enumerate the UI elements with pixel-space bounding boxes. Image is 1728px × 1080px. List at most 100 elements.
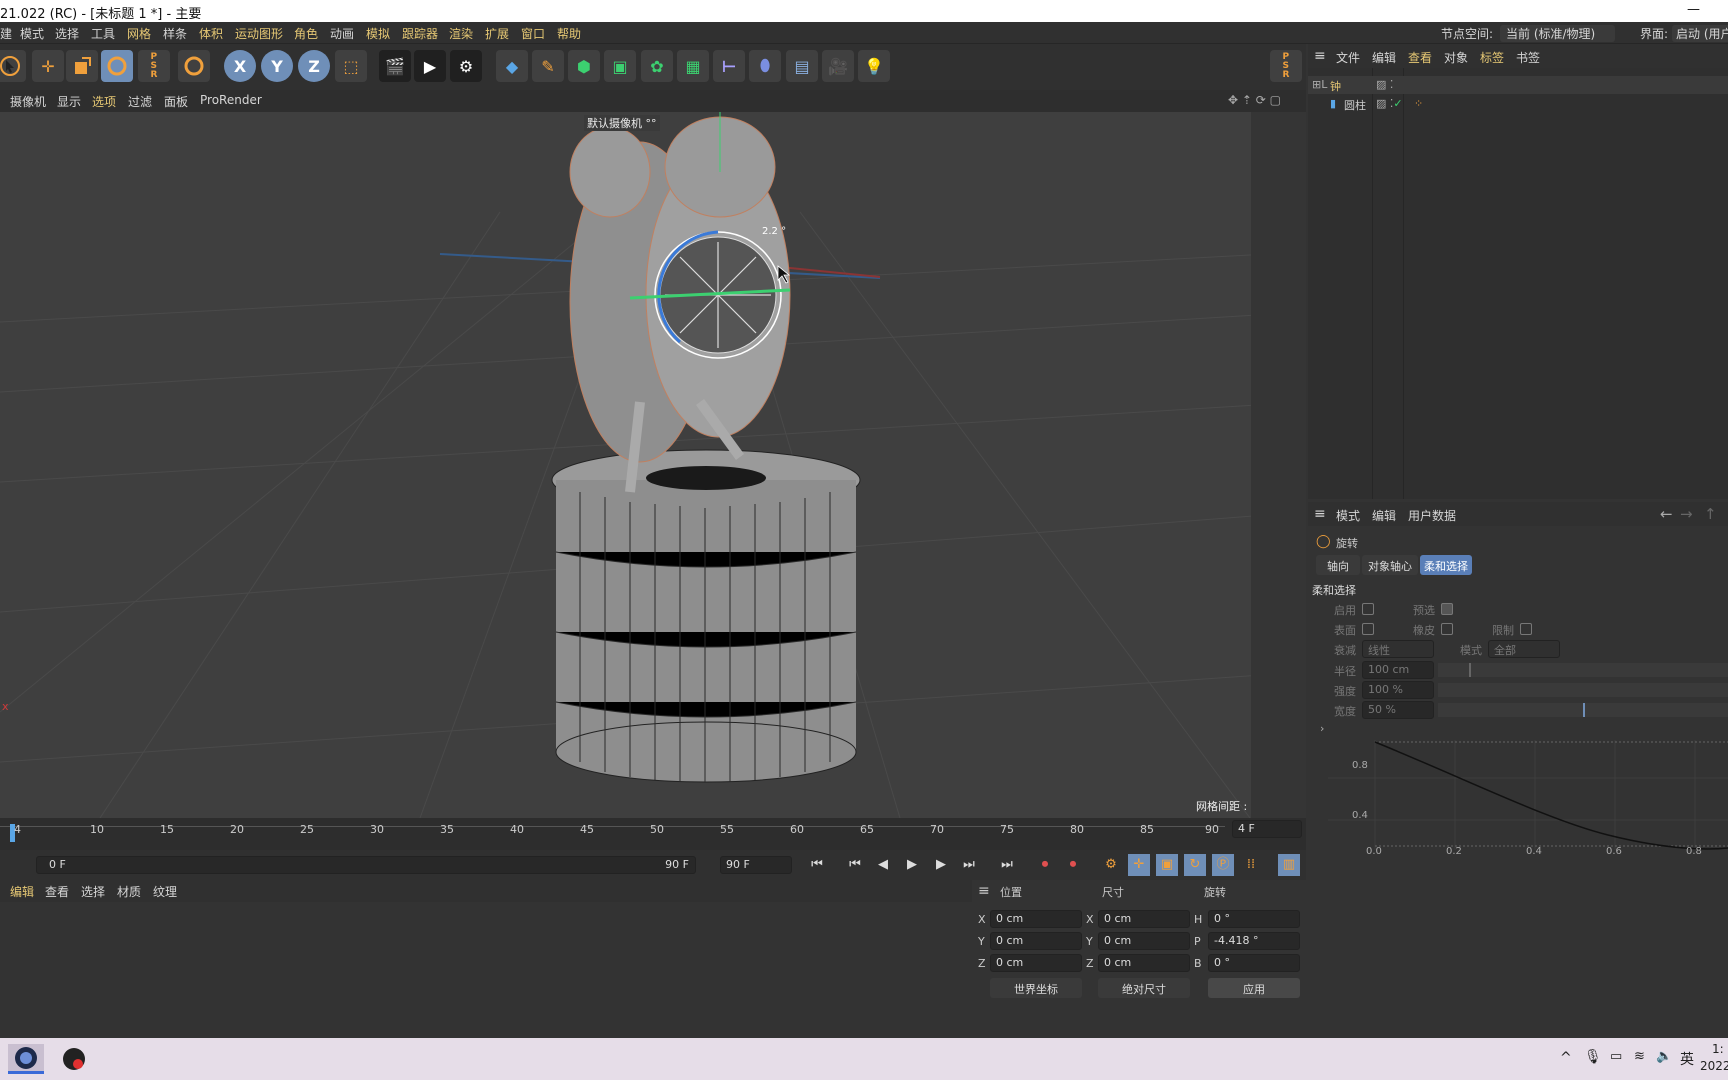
menu-item[interactable]: 样条 — [163, 25, 187, 42]
key-param-icon[interactable]: Ⓟ — [1212, 854, 1234, 876]
menu-item[interactable]: 网格 — [127, 25, 151, 42]
node-space-select[interactable]: 当前 (标准/物理) — [1500, 25, 1615, 42]
width-field[interactable]: 50 % — [1362, 701, 1434, 719]
mode-select[interactable]: 全部 — [1488, 640, 1560, 658]
microphone-icon[interactable]: 🎙 — [1584, 1049, 1602, 1065]
next-key-button[interactable]: ⏭ — [958, 854, 980, 876]
strength-field[interactable]: 100 % — [1362, 681, 1434, 699]
menu-icon[interactable]: ≡ — [1314, 506, 1326, 522]
current-frame-field[interactable]: 4 F — [1232, 820, 1302, 838]
input-language[interactable]: 英 — [1680, 1049, 1694, 1069]
rotate-tool-icon[interactable] — [101, 50, 133, 82]
coordinate-system-icon[interactable]: ⬚ — [335, 50, 367, 82]
material-menu-edit[interactable]: 编辑 — [10, 883, 34, 900]
rot-p-field[interactable]: -4.418 ° — [1208, 932, 1300, 950]
mograph-icon[interactable]: ▦ — [677, 50, 709, 82]
psr-reset-icon[interactable]: PSR — [1270, 50, 1302, 82]
record-icon[interactable]: ⏺ — [1034, 854, 1056, 876]
falloff-select[interactable]: 线性 — [1362, 640, 1434, 658]
menu-item[interactable]: 渲染 — [449, 25, 473, 42]
frame-range-slider[interactable]: 0 F 90 F — [36, 856, 696, 874]
clock-time[interactable]: 1: — [1712, 1042, 1724, 1056]
tab-object-axis[interactable]: 对象轴心 — [1362, 555, 1418, 575]
width-slider[interactable] — [1438, 703, 1728, 717]
pos-x-field[interactable]: 0 cm — [990, 910, 1082, 928]
size-y-field[interactable]: 0 cm — [1098, 932, 1190, 950]
go-start-button[interactable]: ⏮ — [806, 854, 828, 876]
rubber-checkbox[interactable] — [1441, 623, 1453, 635]
scale-tool-icon[interactable] — [66, 50, 98, 82]
pos-y-field[interactable]: 0 cm — [990, 932, 1082, 950]
render-view-icon[interactable]: 🎬 — [379, 50, 411, 82]
clock-date[interactable]: 2022 — [1700, 1059, 1728, 1073]
key-position-icon[interactable]: ✛ — [1128, 854, 1150, 876]
play-button[interactable]: ▶ — [901, 854, 923, 876]
viewport-menu-panel[interactable]: 面板 — [164, 93, 188, 110]
menu-item[interactable]: 动画 — [330, 25, 354, 42]
z-axis-lock-button[interactable]: Z — [298, 50, 330, 82]
attr-menu-mode[interactable]: 模式 — [1336, 507, 1360, 524]
wifi-icon[interactable]: ≋ — [1634, 1049, 1645, 1064]
rot-h-field[interactable]: 0 ° — [1208, 910, 1300, 928]
extrude-icon[interactable]: ▣ — [604, 50, 636, 82]
cube-icon[interactable]: ◆ — [496, 50, 528, 82]
limit-checkbox[interactable] — [1520, 623, 1532, 635]
menu-icon[interactable]: ≡ — [1314, 48, 1326, 64]
world-coord-select[interactable]: 世界坐标 — [990, 978, 1082, 998]
field-icon[interactable]: ⬮ — [749, 50, 781, 82]
object-menu-file[interactable]: 文件 — [1336, 49, 1360, 66]
material-menu-select[interactable]: 选择 — [81, 883, 105, 900]
object-menu-tags[interactable]: 标签 — [1480, 49, 1504, 66]
viewport-menu-prorender[interactable]: ProRender — [200, 93, 262, 107]
cinema4d-task-icon[interactable] — [8, 1044, 44, 1074]
select-tool-icon[interactable] — [0, 50, 26, 82]
object-menu-edit[interactable]: 编辑 — [1372, 49, 1396, 66]
radius-field[interactable]: 100 cm — [1362, 661, 1434, 679]
surface-checkbox[interactable] — [1362, 623, 1374, 635]
size-z-field[interactable]: 0 cm — [1098, 954, 1190, 972]
attr-menu-edit[interactable]: 编辑 — [1372, 507, 1396, 524]
enable-checkbox[interactable] — [1362, 603, 1374, 615]
layout-select[interactable]: 启动 (用户) — [1672, 25, 1728, 42]
recorder-task-icon[interactable] — [56, 1044, 92, 1074]
object-menu-view[interactable]: 查看 — [1408, 49, 1432, 66]
menu-item[interactable]: 跟踪器 — [402, 25, 438, 42]
y-axis-lock-button[interactable]: Y — [261, 50, 293, 82]
object-row[interactable]: ⊞L 钟 ▨ ⁚ — [1308, 76, 1728, 94]
menu-item[interactable]: 体积 — [199, 25, 223, 42]
pen-icon[interactable]: ✎ — [532, 50, 564, 82]
radius-slider[interactable] — [1438, 663, 1728, 677]
object-menu-bookmarks[interactable]: 书签 — [1516, 49, 1540, 66]
viewport-menu-options[interactable]: 选项 — [92, 93, 116, 110]
material-menu-view[interactable]: 查看 — [45, 883, 69, 900]
end-frame-field[interactable]: 90 F — [720, 856, 792, 874]
object-menu-object[interactable]: 对象 — [1444, 49, 1468, 66]
psr-icon[interactable]: PSR — [138, 50, 170, 82]
battery-icon[interactable]: ▭ — [1610, 1049, 1622, 1064]
attr-menu-userdata[interactable]: 用户数据 — [1408, 507, 1456, 524]
light-icon[interactable]: 💡 — [858, 50, 890, 82]
size-x-field[interactable]: 0 cm — [1098, 910, 1190, 928]
falloff-curve-graph[interactable]: › 0.8 0.4 0.0 0.2 0.4 0.6 0.8 — [1308, 720, 1728, 860]
tray-chevron-icon[interactable]: ^ — [1560, 1050, 1572, 1066]
menu-item[interactable]: 帮助 — [557, 25, 581, 42]
material-menu-material[interactable]: 材质 — [117, 883, 141, 900]
floor-icon[interactable]: ▤ — [786, 50, 818, 82]
cloner-icon[interactable]: ✿ — [641, 50, 673, 82]
material-menu-texture[interactable]: 纹理 — [153, 883, 177, 900]
tab-soft-selection[interactable]: 柔和选择 — [1420, 555, 1472, 575]
volume-icon[interactable]: 🔈 — [1656, 1049, 1672, 1064]
keyframe-selection-icon[interactable]: ⚙ — [1100, 854, 1122, 876]
back-arrow-icon[interactable]: ← — [1660, 505, 1673, 523]
menu-icon[interactable]: ≡ — [978, 883, 990, 899]
prev-frame-button[interactable]: ◀ — [872, 854, 894, 876]
recent-tool-icon[interactable] — [178, 50, 210, 82]
rot-b-field[interactable]: 0 ° — [1208, 954, 1300, 972]
visibility-icon[interactable]: ▨ ⁚✓ — [1376, 97, 1403, 110]
viewport-3d[interactable]: x 默认摄像机 °° 2.2 ° 网格间距 : 100 cm — [0, 112, 1306, 818]
viewport-menu-camera[interactable]: 摄像机 — [10, 93, 46, 110]
prev-key-button[interactable]: ⏮ — [844, 854, 866, 876]
deformer-icon[interactable]: ⊢ — [713, 50, 745, 82]
render-settings-icon[interactable]: ⚙ — [450, 50, 482, 82]
timeline-icon[interactable]: ▥ — [1278, 854, 1300, 876]
